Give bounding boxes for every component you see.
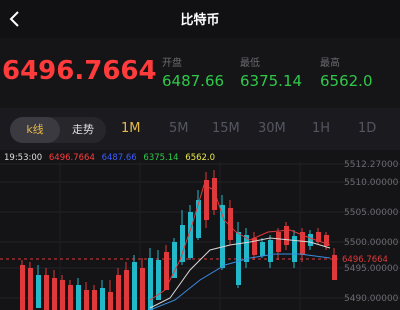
- candle-body: [20, 265, 25, 310]
- candle-body: [36, 275, 41, 308]
- candle-body: [228, 208, 233, 240]
- low-stat: 最低 6375.14: [240, 54, 302, 90]
- quote-summary: 6496.7664 开盘 6487.66 最低 6375.14 最高 6562.…: [0, 38, 400, 106]
- kline-chart[interactable]: 5512.27000 5510.00000 5505.00000 5500.00000…: [0, 150, 400, 310]
- candle-body: [212, 178, 217, 210]
- candle-body: [28, 268, 33, 310]
- legend-high: 6562.0: [185, 153, 216, 163]
- legend-open: 6487.66: [101, 153, 137, 163]
- candle-body: [100, 288, 105, 310]
- chart-mode-switch: k线 走势: [10, 117, 106, 143]
- high-value: 6562.0: [320, 72, 373, 90]
- candle-body: [172, 242, 177, 278]
- kline-chart-svg: 5512.27000 5510.00000 5505.00000 5500.00000…: [0, 160, 400, 310]
- y-tick-label: 5512.27000: [344, 160, 399, 170]
- candle-body: [92, 290, 97, 310]
- last-price: 6496.7664: [2, 56, 157, 86]
- period-5m[interactable]: 5M: [169, 121, 189, 136]
- candle-body: [132, 262, 137, 310]
- candle-body: [260, 242, 265, 256]
- y-tick-label: 5500.00000: [344, 238, 399, 248]
- candle-body: [124, 270, 129, 310]
- period-1d[interactable]: 1D: [358, 121, 376, 136]
- legend-close: 6496.7664: [48, 153, 95, 163]
- candle-body: [44, 275, 49, 310]
- high-stat: 最高 6562.0: [320, 54, 373, 90]
- period-30m[interactable]: 30M: [258, 121, 286, 136]
- open-stat: 开盘 6487.66: [162, 54, 224, 90]
- open-value: 6487.66: [162, 72, 225, 90]
- candle-body: [84, 290, 89, 310]
- candle-body: [276, 232, 281, 252]
- page-title: 比特币: [180, 13, 220, 28]
- candle-body: [140, 268, 145, 310]
- candle-body: [268, 240, 273, 262]
- high-label: 最高: [320, 58, 340, 69]
- period-1m[interactable]: 1M: [121, 121, 141, 136]
- candle-body: [196, 200, 201, 238]
- y-tick-label: 5495.00000: [344, 264, 399, 274]
- tab-trend[interactable]: 走势: [60, 117, 106, 143]
- y-tick-label: 5510.00000: [344, 178, 399, 188]
- open-label: 开盘: [162, 58, 182, 69]
- legend-time: 19:53:00: [4, 153, 43, 163]
- candle-body: [68, 285, 73, 310]
- period-15m[interactable]: 15M: [212, 121, 240, 136]
- period-1h[interactable]: 1H: [312, 121, 330, 136]
- header-bar: 比特币: [0, 0, 400, 38]
- candle-body: [116, 275, 121, 310]
- candle-body: [284, 226, 289, 245]
- candle-body: [332, 255, 337, 280]
- tab-kline[interactable]: k线: [10, 117, 60, 143]
- candle-body: [148, 258, 153, 310]
- candle-body: [52, 278, 57, 310]
- low-value: 6375.14: [240, 72, 303, 90]
- chart-toolbar: k线 走势 1M 5M 15M 30M 1H 1D: [0, 108, 400, 150]
- chart-legend: 19:53:00 6496.7664 6487.66 6375.14 6562.…: [4, 153, 219, 163]
- low-label: 最低: [240, 58, 260, 69]
- candle-body: [60, 280, 65, 310]
- y-tick-label: 5490.00000: [344, 294, 399, 304]
- y-tick-label: 5505.00000: [344, 208, 399, 218]
- candle-body: [108, 292, 113, 310]
- candle-body: [76, 285, 81, 310]
- last-price-label: 6496.7664: [342, 255, 388, 265]
- legend-low: 6375.14: [143, 153, 179, 163]
- candle-body: [236, 232, 241, 285]
- candle-body: [308, 234, 313, 246]
